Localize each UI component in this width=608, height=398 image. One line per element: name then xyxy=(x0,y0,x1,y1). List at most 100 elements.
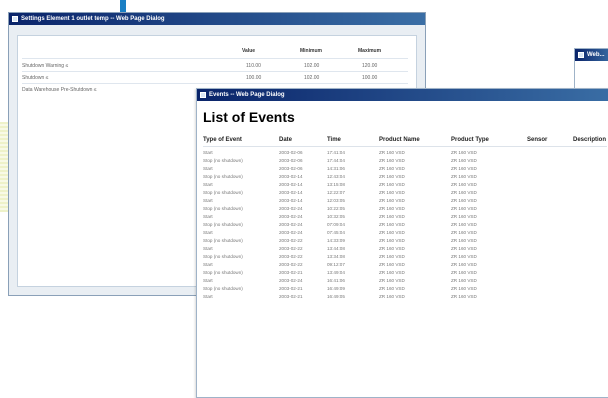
cell-product-type: ZR 160 VSD xyxy=(451,262,477,267)
column-header-date[interactable]: Date xyxy=(279,137,292,143)
cell-type: Start xyxy=(203,262,213,267)
column-header-time[interactable]: Time xyxy=(327,137,341,143)
cell-product-name: ZR 160 VSD xyxy=(379,158,405,163)
cell-product-type: ZR 160 VSD xyxy=(451,278,477,283)
cell-product-name: ZR 160 VSD xyxy=(379,150,405,155)
table-row[interactable]: Start 2003-02-14 13:15:08 ZR 160 VSD ZR 160 … xyxy=(197,181,608,189)
cell-type: Stop (no shutdown) xyxy=(203,254,243,259)
column-header-description[interactable]: Description xyxy=(573,137,606,143)
cell-type: Start xyxy=(203,278,213,283)
cell-time: 12:03:05 xyxy=(327,198,345,203)
cell-date: 2003-02-24 xyxy=(279,214,303,219)
cell-product-type: ZR 160 VSD xyxy=(451,198,477,203)
table-row[interactable]: Start 2003-02-22 13:44:08 ZR 160 VSD ZR 160 … xyxy=(197,245,608,253)
divider xyxy=(22,58,408,59)
row-label: Shutdown ≤ xyxy=(22,75,49,81)
divider xyxy=(22,71,408,72)
cell-time: 14:31:06 xyxy=(327,166,345,171)
column-header-sensor[interactable]: Sensor xyxy=(527,137,547,143)
table-row[interactable]: Stop (no shutdown) 2003-02-22 13:34:08 ZR 1… xyxy=(197,253,608,261)
cell-date: 2003-02-06 xyxy=(279,166,303,171)
cell-date: 2003-02-21 xyxy=(279,294,303,299)
cell-product-name: ZR 160 VSD xyxy=(379,190,405,195)
table-row[interactable]: Start 2003-02-06 14:31:06 ZR 160 VSD ZR 160 … xyxy=(197,165,608,173)
background-title: Web... xyxy=(587,52,605,58)
cell-product-name: ZR 160 VSD xyxy=(379,238,405,243)
cell-date: 2003-02-14 xyxy=(279,174,303,179)
cell-product-type: ZR 160 VSD xyxy=(451,286,477,291)
events-titlebar[interactable]: Events -- Web Page Dialog xyxy=(197,89,608,101)
cell-product-name: ZR 160 VSD xyxy=(379,278,405,283)
cell-product-type: ZR 160 VSD xyxy=(451,214,477,219)
table-row[interactable]: Stop (no shutdown) 2003-02-21 13:49:04 ZR 1… xyxy=(197,269,608,277)
row-label: Data Warehouse Pre-Shutdown ≤ xyxy=(22,87,97,93)
table-row[interactable]: Start 2003-02-24 16:41:06 ZR 160 VSD ZR 160 … xyxy=(197,277,608,285)
cell-time: 10:32:05 xyxy=(327,214,345,219)
column-header-minimum: Minimum xyxy=(300,48,322,54)
table-row[interactable]: Start 2003-02-21 16:49:05 ZR 160 VSD ZR 160 … xyxy=(197,293,608,301)
cell-type: Stop (no shutdown) xyxy=(203,190,243,195)
row-min: 102.00 xyxy=(304,75,320,81)
cell-date: 2003-02-06 xyxy=(279,158,303,163)
events-title: Events -- Web Page Dialog xyxy=(209,92,285,98)
background-titlebar[interactable]: Web... xyxy=(575,49,608,61)
table-row[interactable]: Start 2003-02-24 07:45:04 ZR 160 VSD ZR 160 … xyxy=(197,229,608,237)
cell-product-type: ZR 160 VSD xyxy=(451,254,477,259)
cell-date: 2003-02-22 xyxy=(279,262,303,267)
table-row[interactable]: Stop (no shutdown) 2003-02-24 07:09:04 ZR 1… xyxy=(197,221,608,229)
cell-product-type: ZR 160 VSD xyxy=(451,182,477,187)
row-value[interactable]: 100.00 xyxy=(246,75,261,81)
settings-titlebar[interactable]: Settings Element 1 outlet temp -- Web Pa… xyxy=(9,13,425,25)
cell-time: 13:34:08 xyxy=(327,254,345,259)
column-header-type[interactable]: Type of Event xyxy=(203,137,242,143)
table-row[interactable]: Start 2003-02-06 17:41:04 ZR 160 VSD ZR 160 … xyxy=(197,149,608,157)
cell-product-name: ZR 160 VSD xyxy=(379,182,405,187)
cell-type: Stop (no shutdown) xyxy=(203,206,243,211)
cell-time: 16:41:06 xyxy=(327,278,345,283)
table-row[interactable]: Stop (no shutdown) 2003-02-14 12:43:04 ZR 1… xyxy=(197,173,608,181)
table-row[interactable]: Stop (no shutdown) 2003-02-14 12:22:07 ZR 1… xyxy=(197,189,608,197)
cell-time: 12:22:07 xyxy=(327,190,345,195)
row-min: 102.00 xyxy=(304,63,320,69)
column-header-maximum: Maximum xyxy=(358,48,382,54)
row-max: 120.00 xyxy=(362,63,378,69)
table-row[interactable]: Stop (no shutdown) 2003-02-24 10:22:05 ZR 1… xyxy=(197,205,608,213)
cell-date: 2003-02-22 xyxy=(279,246,303,251)
cell-date: 2003-02-24 xyxy=(279,206,303,211)
cell-type: Start xyxy=(203,198,213,203)
cell-type: Start xyxy=(203,214,213,219)
window-icon xyxy=(578,52,584,58)
cell-date: 2003-02-14 xyxy=(279,182,303,187)
cell-date: 2003-02-24 xyxy=(279,230,303,235)
table-row[interactable]: Stop (no shutdown) 2003-02-21 16:49:09 ZR 1… xyxy=(197,285,608,293)
column-header-product-type[interactable]: Product Type xyxy=(451,137,489,143)
cell-product-type: ZR 160 VSD xyxy=(451,230,477,235)
cell-type: Stop (no shutdown) xyxy=(203,174,243,179)
cell-product-name: ZR 160 VSD xyxy=(379,262,405,267)
divider xyxy=(22,83,408,84)
cell-date: 2003-02-21 xyxy=(279,286,303,291)
cell-time: 13:15:08 xyxy=(327,182,345,187)
cell-date: 2003-02-22 xyxy=(279,238,303,243)
cell-time: 14:33:09 xyxy=(327,238,345,243)
cell-product-type: ZR 160 VSD xyxy=(451,190,477,195)
cell-product-type: ZR 160 VSD xyxy=(451,238,477,243)
cell-product-name: ZR 160 VSD xyxy=(379,214,405,219)
table-row[interactable]: Stop (no shutdown) 2003-02-22 14:33:09 ZR 1… xyxy=(197,237,608,245)
cell-product-type: ZR 160 VSD xyxy=(451,206,477,211)
column-header-product-name[interactable]: Product Name xyxy=(379,137,420,143)
cell-time: 17:41:04 xyxy=(327,150,345,155)
table-row[interactable]: Stop (no shutdown) 2003-02-06 17:44:04 ZR 1… xyxy=(197,157,608,165)
row-max: 100.00 xyxy=(362,75,378,81)
table-row[interactable]: Start 2003-02-14 12:03:05 ZR 160 VSD ZR 160 … xyxy=(197,197,608,205)
row-value[interactable]: 110.00 xyxy=(246,63,261,69)
table-row[interactable]: Start 2003-02-24 10:32:05 ZR 160 VSD ZR 160 … xyxy=(197,213,608,221)
cell-product-type: ZR 160 VSD xyxy=(451,270,477,275)
cell-time: 16:49:09 xyxy=(327,286,345,291)
table-row[interactable]: Start 2003-02-22 09:12:07 ZR 160 VSD ZR 160 … xyxy=(197,261,608,269)
cell-time: 07:09:04 xyxy=(327,222,345,227)
column-header-value: Value xyxy=(242,48,256,54)
connector-bar xyxy=(120,0,126,12)
cell-date: 2003-02-24 xyxy=(279,222,303,227)
cell-type: Start xyxy=(203,230,213,235)
